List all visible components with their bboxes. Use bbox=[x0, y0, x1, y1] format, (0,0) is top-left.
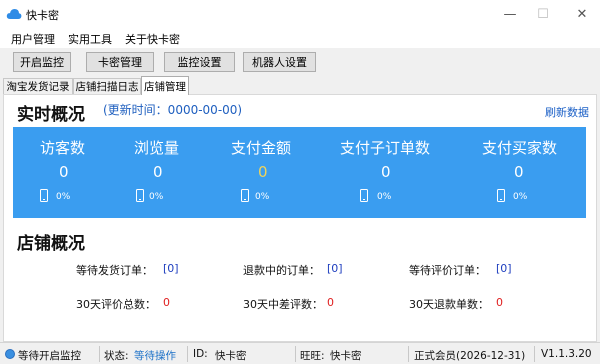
wangwang-label: 旺旺: bbox=[300, 350, 325, 362]
stat-label-payment-amount: 支付金额 bbox=[231, 139, 292, 157]
phone-icon bbox=[360, 189, 368, 202]
stat-value-pageviews: 0 bbox=[153, 163, 163, 181]
stat-label-paid-buyers: 支付买家数 bbox=[482, 139, 558, 157]
stat-label-paid-suborders: 支付子订单数 bbox=[340, 139, 431, 157]
card-management-button[interactable]: 卡密管理 bbox=[86, 52, 154, 72]
status-separator bbox=[187, 346, 188, 362]
store-label-30d-refunds: 30天退款单数： bbox=[409, 298, 489, 311]
update-time: (更新时间：0000-00-00) bbox=[103, 103, 243, 117]
status-separator bbox=[295, 346, 296, 362]
stat-label-visitors: 访客数 bbox=[40, 139, 86, 157]
start-monitor-button[interactable]: 开启监控 bbox=[13, 52, 71, 72]
id-label: ID: bbox=[193, 348, 208, 360]
tab-store-management[interactable]: 店铺管理 bbox=[141, 76, 189, 95]
status-separator bbox=[99, 346, 100, 362]
stat-pct-paid-buyers: 0% bbox=[513, 192, 528, 202]
store-label-refunding-orders: 退款中的订单： bbox=[243, 264, 320, 277]
store-label-30d-reviews: 30天评价总数： bbox=[76, 298, 156, 311]
menu-user-management[interactable]: 用户管理 bbox=[11, 31, 55, 47]
id-value: 快卡密 bbox=[215, 350, 247, 362]
store-value-awaiting-shipment: [0] bbox=[163, 262, 179, 275]
menu-about[interactable]: 关于快卡密 bbox=[125, 31, 180, 47]
phone-icon bbox=[497, 189, 505, 202]
store-label-30d-negative: 30天中差评数： bbox=[243, 298, 323, 311]
status-separator bbox=[408, 346, 409, 362]
store-value-awaiting-review: [0] bbox=[496, 262, 512, 275]
stat-label-pageviews: 浏览量 bbox=[134, 139, 180, 157]
state-value: 等待操作 bbox=[134, 350, 176, 362]
tab-taobao-shipping[interactable]: 淘宝发货记录 bbox=[3, 78, 73, 94]
robot-settings-button[interactable]: 机器人设置 bbox=[243, 52, 316, 72]
title-bar: 快卡密 — ☐ ✕ bbox=[0, 0, 600, 28]
realtime-title: 实时概况 bbox=[17, 105, 85, 125]
maximize-button[interactable]: ☐ bbox=[525, 0, 561, 28]
status-indicator-icon bbox=[5, 349, 15, 359]
close-button[interactable]: ✕ bbox=[564, 0, 600, 28]
store-label-awaiting-review: 等待评价订单： bbox=[409, 264, 486, 277]
stat-value-paid-buyers: 0 bbox=[514, 163, 524, 181]
store-value-refunding-orders: [0] bbox=[327, 262, 343, 275]
store-label-awaiting-shipment: 等待发货订单： bbox=[76, 264, 153, 277]
store-title: 店铺概况 bbox=[17, 234, 85, 254]
stat-pct-visitors: 0% bbox=[56, 192, 71, 202]
stat-value-payment-amount: 0 bbox=[258, 163, 268, 181]
phone-icon bbox=[40, 189, 48, 202]
tab-store-scan-log[interactable]: 店铺扫描日志 bbox=[73, 78, 141, 94]
monitor-settings-button[interactable]: 监控设置 bbox=[164, 52, 235, 72]
store-value-30d-refunds: 0 bbox=[496, 296, 503, 309]
refresh-data-link[interactable]: 刷新数据 bbox=[545, 104, 589, 120]
version-label: V1.1.3.20 bbox=[541, 348, 592, 360]
stat-pct-payment-amount: 0% bbox=[255, 192, 270, 202]
minimize-button[interactable]: — bbox=[492, 0, 528, 28]
monitor-status: 等待开启监控 bbox=[18, 350, 81, 362]
wangwang-value: 快卡密 bbox=[330, 350, 362, 362]
stat-value-paid-suborders: 0 bbox=[381, 163, 391, 181]
stat-pct-paid-suborders: 0% bbox=[377, 192, 392, 202]
stat-pct-pageviews: 0% bbox=[149, 192, 164, 202]
state-label: 状态: bbox=[104, 350, 129, 362]
app-window: 快卡密 — ☐ ✕ 用户管理 实用工具 关于快卡密 开启监控 卡密管理 监控设置… bbox=[0, 0, 600, 364]
phone-icon bbox=[136, 189, 144, 202]
store-value-30d-negative: 0 bbox=[327, 296, 334, 309]
status-bar: 等待开启监控 状态: 等待操作 ID: 快卡密 旺旺: 快卡密 正式会员(202… bbox=[0, 342, 600, 364]
store-value-30d-reviews: 0 bbox=[163, 296, 170, 309]
window-title: 快卡密 bbox=[26, 9, 59, 22]
stat-value-visitors: 0 bbox=[59, 163, 69, 181]
cloud-icon bbox=[6, 9, 22, 19]
status-separator bbox=[534, 346, 535, 362]
member-status: 正式会员(2026-12-31) bbox=[414, 350, 526, 362]
menu-bar: 用户管理 实用工具 关于快卡密 bbox=[0, 28, 600, 48]
phone-icon bbox=[241, 189, 249, 202]
menu-tools[interactable]: 实用工具 bbox=[68, 31, 112, 47]
